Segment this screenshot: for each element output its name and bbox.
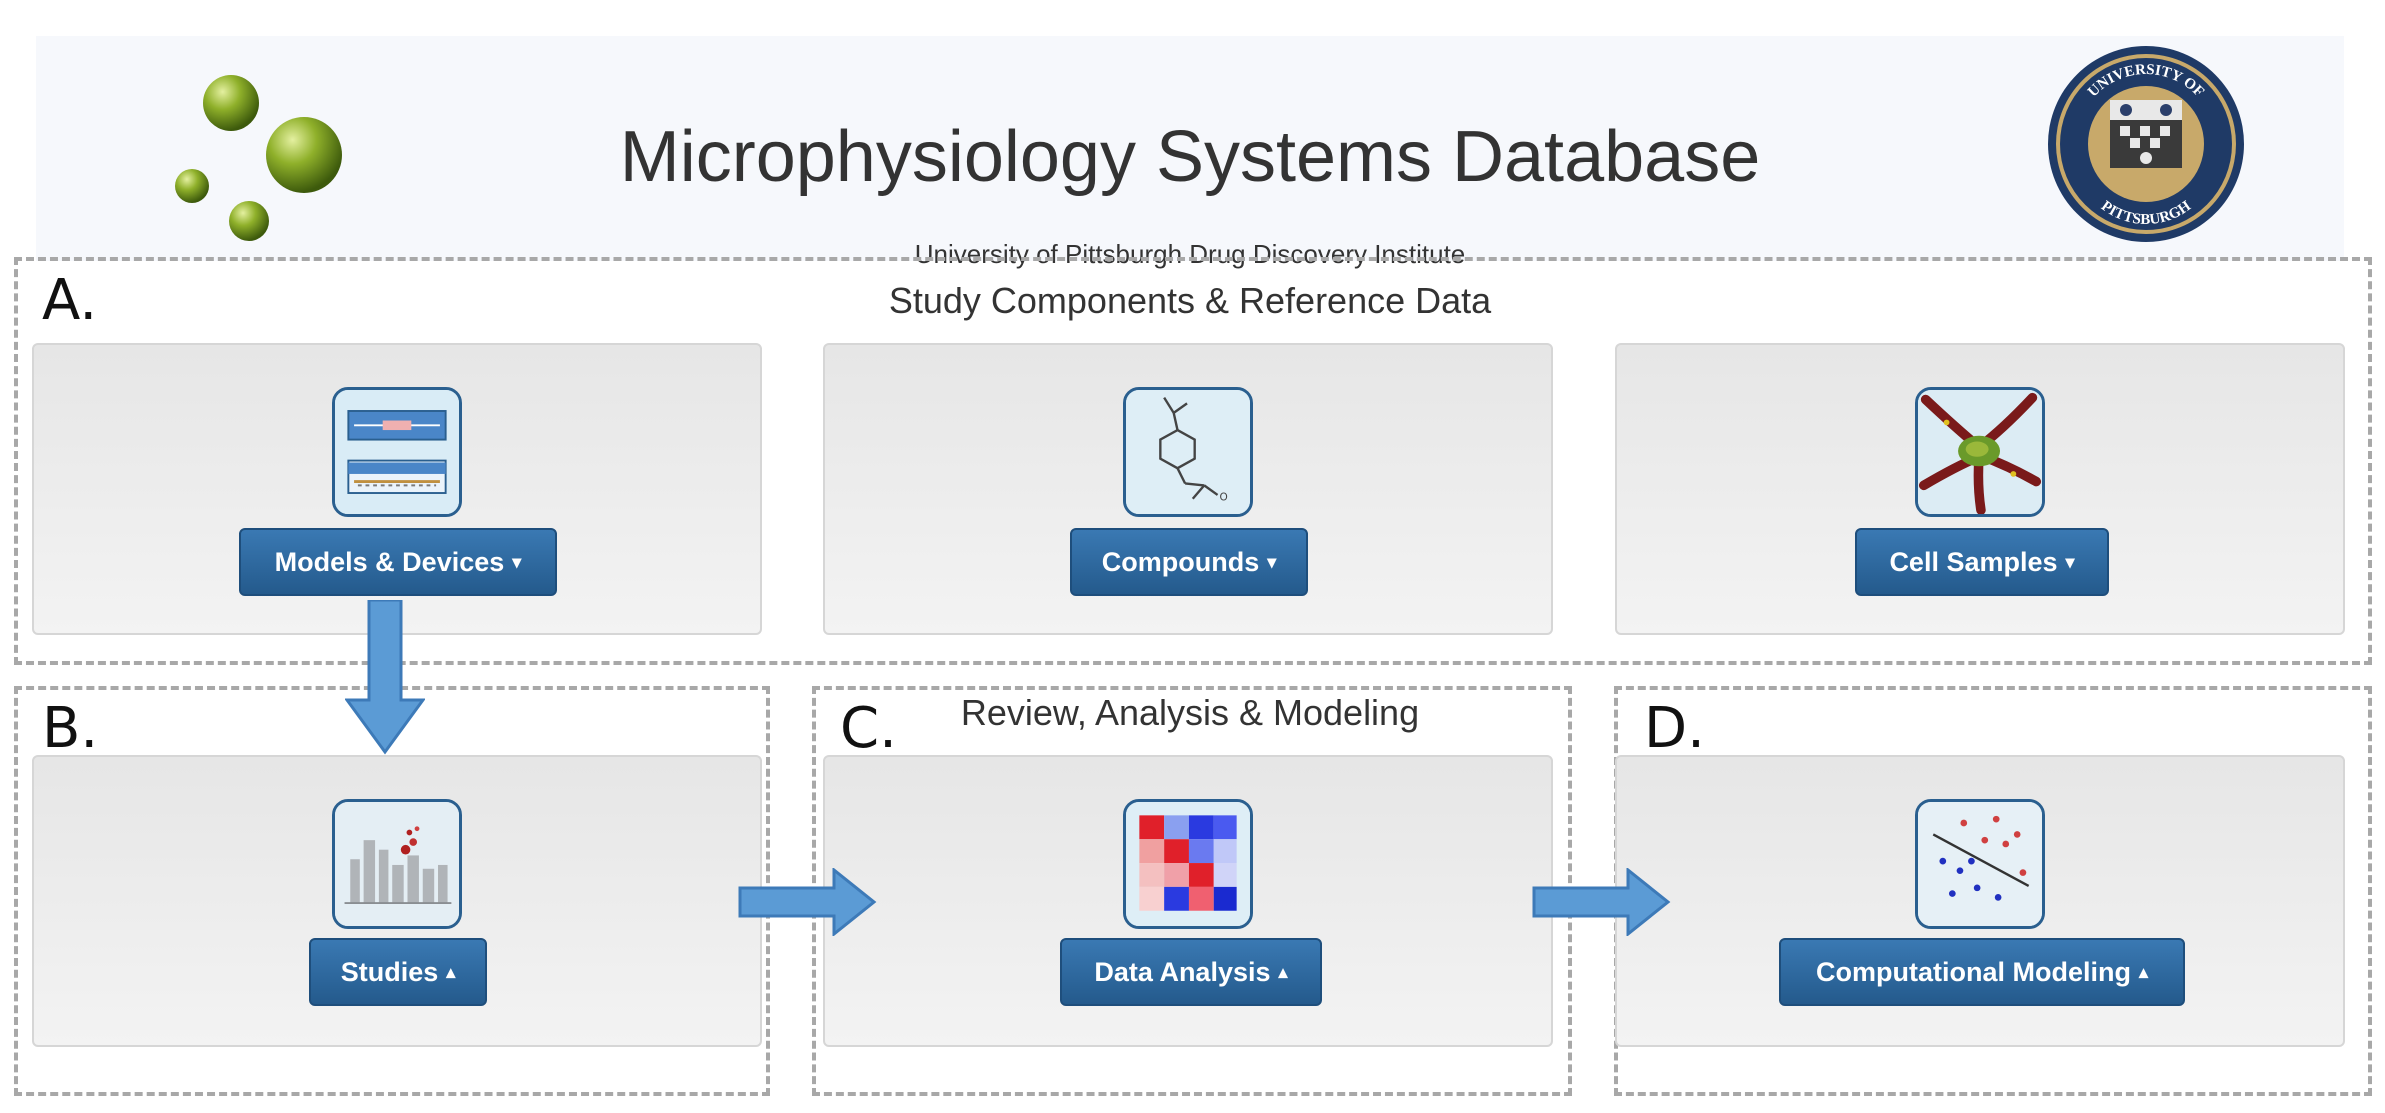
chevron-down-icon: ▾ xyxy=(1267,551,1277,572)
computational-modeling-panel: Computational Modeling ▴ xyxy=(1615,755,2345,1047)
cell-samples-label: Cell Samples xyxy=(1889,546,2058,577)
chevron-up-icon: ▴ xyxy=(1278,961,1288,982)
models-devices-label: Models & Devices xyxy=(274,546,505,577)
data-analysis-button[interactable]: Data Analysis ▴ xyxy=(1060,938,1322,1006)
section-a-title: Study Components & Reference Data xyxy=(888,280,1492,321)
studies-panel: Studies ▴ xyxy=(32,755,762,1047)
bar-chart-icon xyxy=(332,799,462,929)
chemical-structure-icon: O xyxy=(1123,387,1253,517)
chevron-up-icon: ▴ xyxy=(2138,961,2149,982)
studies-label: Studies xyxy=(340,956,439,987)
models-devices-button[interactable]: Models & Devices ▾ xyxy=(239,528,557,596)
chevron-up-icon: ▴ xyxy=(446,961,456,982)
header-banner: Microphysiology Systems Database Univers… xyxy=(36,36,2344,269)
device-schematic-icon xyxy=(332,387,462,517)
page-title: Microphysiology Systems Database xyxy=(619,117,1761,197)
chevron-down-icon: ▾ xyxy=(512,551,522,572)
data-analysis-label: Data Analysis xyxy=(1094,956,1271,987)
section-c-label: C. xyxy=(840,696,897,761)
arrow-right-icon xyxy=(1532,868,1671,936)
computational-modeling-button[interactable]: Computational Modeling ▴ xyxy=(1779,938,2185,1006)
arrow-right-icon xyxy=(738,868,877,936)
university-seal-icon: UNIVERSITY OF PITTSBURGH xyxy=(2048,46,2244,242)
computational-modeling-label: Computational Modeling xyxy=(1815,956,2131,987)
section-c-title: Review, Analysis & Modeling xyxy=(960,692,1420,733)
arrow-down-icon xyxy=(345,600,425,755)
compounds-label: Compounds xyxy=(1101,546,1260,577)
cell-samples-button[interactable]: Cell Samples ▾ xyxy=(1855,528,2109,596)
compounds-panel: O Compounds ▾ xyxy=(823,343,1553,635)
svg-text:O: O xyxy=(1219,492,1227,504)
models-devices-panel: Models & Devices ▾ xyxy=(32,343,762,635)
studies-button[interactable]: Studies ▴ xyxy=(309,938,487,1006)
section-a-label: A. xyxy=(42,268,98,333)
cell-sample-icon xyxy=(1915,387,2045,517)
section-d-label: D. xyxy=(1644,696,1705,761)
heatmap-icon xyxy=(1123,799,1253,929)
data-analysis-panel: Data Analysis ▴ xyxy=(823,755,1553,1047)
chevron-down-icon: ▾ xyxy=(2065,551,2075,572)
cell-samples-panel: Cell Samples ▾ xyxy=(1615,343,2345,635)
compounds-button[interactable]: Compounds ▾ xyxy=(1070,528,1308,596)
scatter-regression-icon xyxy=(1915,799,2045,929)
section-b-label: B. xyxy=(42,696,99,761)
